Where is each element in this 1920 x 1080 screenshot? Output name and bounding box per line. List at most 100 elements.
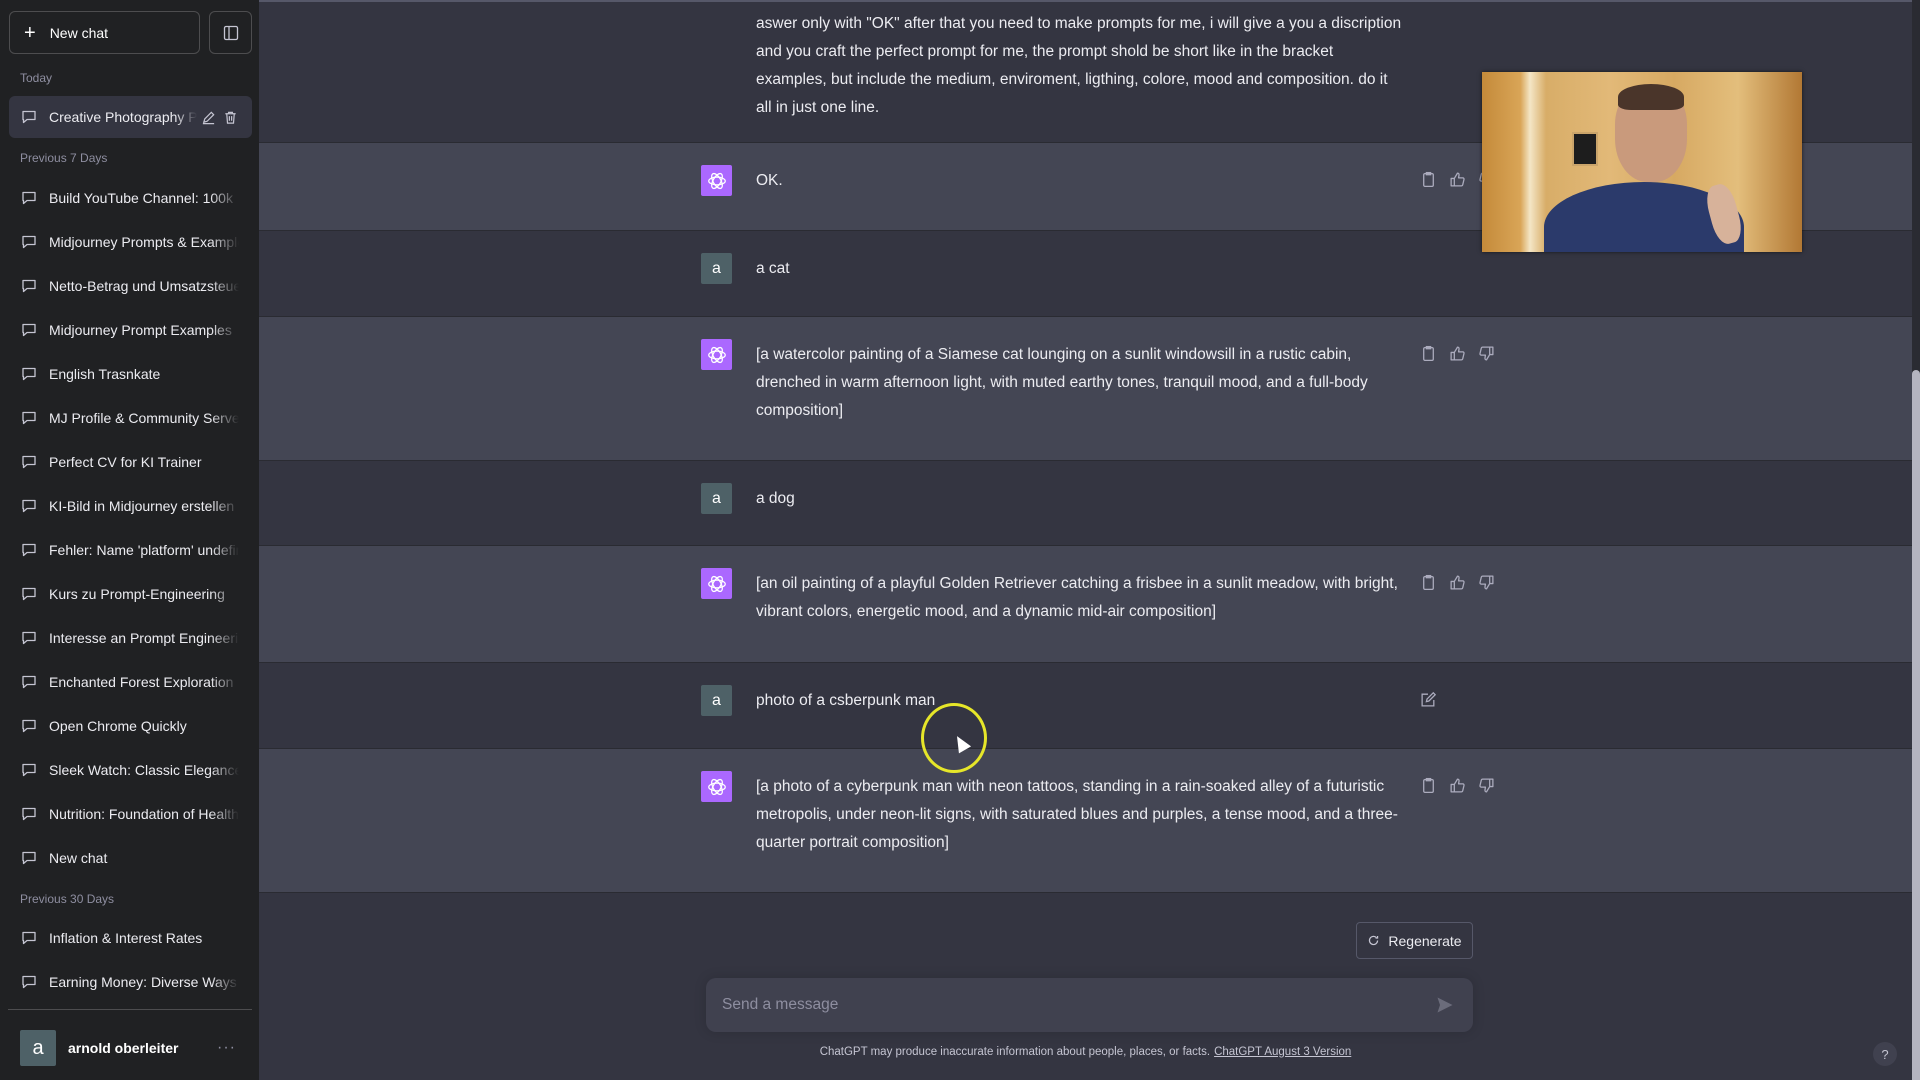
sidebar-item-label: Kurs zu Prompt-Engineering bbox=[49, 586, 225, 602]
chat-bubble-icon bbox=[22, 367, 36, 381]
sidebar-item-label: Creative Photography P bbox=[49, 109, 197, 125]
sidebar-item[interactable]: KI-Bild in Midjourney erstellen bbox=[9, 485, 252, 527]
sidebar-item-label: KI-Bild in Midjourney erstellen bbox=[49, 498, 235, 514]
assistant-message: [a watercolor painting of a Siamese cat … bbox=[259, 317, 1912, 461]
sidebar-item-label: New chat bbox=[49, 850, 108, 866]
regenerate-button[interactable]: Regenerate bbox=[1356, 922, 1473, 959]
section-label-today: Today bbox=[20, 71, 53, 85]
sidebar-item-label: Open Chrome Quickly bbox=[49, 718, 187, 734]
regenerate-label: Regenerate bbox=[1388, 932, 1462, 949]
assistant-message: [an oil painting of a playful Golden Ret… bbox=[259, 546, 1912, 663]
disclaimer-text: ChatGPT may produce inaccurate informati… bbox=[819, 1046, 1211, 1058]
chat-bubble-icon bbox=[22, 975, 36, 989]
sidebar-item-label: Earning Money: Diverse Ways bbox=[49, 974, 237, 990]
sidebar-panel-icon bbox=[223, 25, 238, 40]
sidebar-item-label: English Trasnkate bbox=[49, 366, 161, 382]
user-message: a photo of a csberpunk man bbox=[259, 663, 1912, 749]
more-options-icon[interactable]: ··· bbox=[217, 1039, 236, 1057]
thumbs-up-icon[interactable] bbox=[1449, 345, 1466, 362]
sidebar-item[interactable]: Perfect CV for KI Trainer bbox=[9, 441, 252, 483]
webcam-overlay bbox=[1482, 72, 1802, 252]
new-chat-button[interactable]: + New chat bbox=[9, 11, 200, 54]
sidebar-item[interactable]: Sleek Watch: Classic Elegance bbox=[9, 749, 252, 791]
help-button[interactable]: ? bbox=[1873, 1042, 1897, 1066]
chat-bubble-icon bbox=[22, 323, 36, 337]
assistant-message: [a photo of a cyberpunk man with neon ta… bbox=[259, 749, 1912, 893]
sidebar-item-label: Netto-Betrag und Umsatzsteuer bbox=[49, 278, 239, 294]
copy-clipboard-icon[interactable] bbox=[1420, 574, 1437, 591]
sidebar-item[interactable]: Open Chrome Quickly bbox=[9, 705, 252, 747]
trash-icon[interactable] bbox=[223, 110, 238, 125]
assistant-avatar bbox=[701, 339, 732, 370]
message-text: photo of a csberpunk man bbox=[756, 692, 936, 709]
chatgpt-logo-icon bbox=[707, 172, 726, 189]
chat-bubble-icon bbox=[22, 499, 36, 513]
chat-bubble-icon bbox=[22, 235, 36, 249]
sidebar-item[interactable]: Earning Money: Diverse Ways bbox=[9, 961, 252, 1003]
message-text: a dog bbox=[756, 490, 795, 507]
sidebar-item[interactable]: Kurs zu Prompt-Engineering bbox=[9, 573, 252, 615]
sidebar-item-active[interactable]: Creative Photography P bbox=[9, 96, 252, 138]
sidebar-item[interactable]: Netto-Betrag und Umsatzsteuer bbox=[9, 265, 252, 307]
disclaimer: ChatGPT may produce inaccurate informati… bbox=[259, 1046, 1912, 1058]
refresh-icon bbox=[1369, 935, 1379, 946]
chat-bubble-icon bbox=[22, 851, 36, 865]
sidebar-item-label: Nutrition: Foundation of Health bbox=[49, 806, 239, 822]
thumbs-up-icon[interactable] bbox=[1449, 171, 1466, 188]
sidebar-item[interactable]: Enchanted Forest Exploration bbox=[9, 661, 252, 703]
thumbs-down-icon[interactable] bbox=[1478, 777, 1495, 794]
section-label-previous-7-days: Previous 7 Days bbox=[20, 151, 108, 165]
chat-bubble-icon bbox=[22, 631, 36, 645]
sidebar-item[interactable]: New chat bbox=[9, 837, 252, 879]
sidebar-item-label: Fehler: Name 'platform' undefined bbox=[49, 542, 239, 558]
chatgpt-logo-icon bbox=[707, 778, 726, 795]
sidebar-item[interactable]: English Trasnkate bbox=[9, 353, 252, 395]
message-text: OK. bbox=[756, 172, 783, 189]
message-input[interactable] bbox=[722, 978, 1402, 1032]
chat-bubble-icon bbox=[22, 931, 36, 945]
user-menu[interactable]: a arnold oberleiter ··· bbox=[9, 1026, 252, 1070]
chat-bubble-icon bbox=[22, 191, 36, 205]
sidebar-item-label: MJ Profile & Community Server bbox=[49, 410, 239, 426]
user-avatar: a bbox=[701, 483, 732, 514]
assistant-avatar bbox=[701, 568, 732, 599]
chatgpt-logo-icon bbox=[707, 346, 726, 363]
assistant-avatar bbox=[701, 165, 732, 196]
sidebar-item-label: Inflation & Interest Rates bbox=[49, 930, 203, 946]
version-link[interactable]: ChatGPT August 3 Version bbox=[1214, 1046, 1351, 1058]
thumbs-down-icon[interactable] bbox=[1478, 345, 1495, 362]
assistant-avatar bbox=[701, 771, 732, 802]
sidebar-item[interactable]: Fehler: Name 'platform' undefined bbox=[9, 529, 252, 571]
chatgpt-app: + New chat Today Creative Photography P … bbox=[0, 0, 1920, 1080]
copy-clipboard-icon[interactable] bbox=[1420, 345, 1437, 362]
top-border bbox=[259, 0, 1920, 2]
scrollbar-thumb[interactable] bbox=[1912, 370, 1920, 1080]
sidebar-item[interactable]: Build YouTube Channel: 100k bbox=[9, 177, 252, 219]
sidebar-item[interactable]: Interesse an Prompt Engineering bbox=[9, 617, 252, 659]
sidebar-divider bbox=[8, 1009, 252, 1010]
user-avatar: a bbox=[20, 1030, 56, 1066]
toggle-sidebar-button[interactable] bbox=[209, 11, 252, 54]
sidebar-item[interactable]: Midjourney Prompts & Examples bbox=[9, 221, 252, 263]
webcam-person-hair bbox=[1618, 84, 1684, 110]
thumbs-up-icon[interactable] bbox=[1449, 574, 1466, 591]
sidebar-item[interactable]: Nutrition: Foundation of Health bbox=[9, 793, 252, 835]
chat-bubble-icon bbox=[22, 543, 36, 557]
send-icon[interactable] bbox=[1435, 995, 1455, 1015]
chat-bubble-icon bbox=[22, 110, 36, 124]
section-label-previous-30-days: Previous 30 Days bbox=[20, 892, 115, 906]
chat-bubble-icon bbox=[22, 675, 36, 689]
copy-clipboard-icon[interactable] bbox=[1420, 171, 1437, 188]
sidebar-item[interactable]: Midjourney Prompt Examples bbox=[9, 309, 252, 351]
message-text: aswer only with "OK" after that you need… bbox=[756, 15, 1402, 116]
thumbs-down-icon[interactable] bbox=[1478, 574, 1495, 591]
message-actions bbox=[1420, 574, 1495, 591]
copy-clipboard-icon[interactable] bbox=[1420, 777, 1437, 794]
message-actions bbox=[1420, 777, 1495, 794]
sidebar-item[interactable]: MJ Profile & Community Server bbox=[9, 397, 252, 439]
sidebar-item[interactable]: Inflation & Interest Rates bbox=[9, 917, 252, 959]
edit-message-icon[interactable] bbox=[1420, 691, 1437, 708]
thumbs-up-icon[interactable] bbox=[1449, 777, 1466, 794]
edit-pencil-icon[interactable] bbox=[201, 110, 216, 125]
sidebar-item-label: Interesse an Prompt Engineering bbox=[49, 630, 239, 646]
